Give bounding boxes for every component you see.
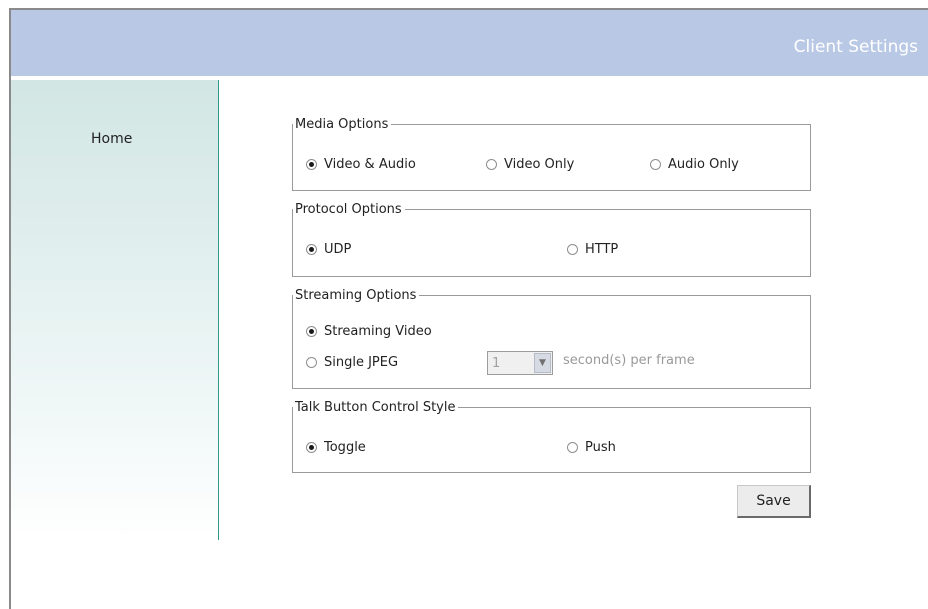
protocol-udp-option[interactable]: UDP xyxy=(306,242,351,257)
media-options-group: Media Options Video & Audio Video Only A… xyxy=(292,117,811,191)
chevron-down-icon[interactable]: ▼ xyxy=(534,353,551,373)
media-options-legend: Media Options xyxy=(295,117,389,132)
streaming-options-group: Streaming Options Streaming Video Single… xyxy=(292,288,811,389)
media-video-only-label: Video Only xyxy=(504,157,575,172)
radio-checked-icon[interactable] xyxy=(306,326,317,337)
radio-unchecked-icon[interactable] xyxy=(650,159,661,170)
single-jpeg-option[interactable]: Single JPEG xyxy=(306,355,398,370)
radio-unchecked-icon[interactable] xyxy=(486,159,497,170)
radio-checked-icon[interactable] xyxy=(306,244,317,255)
radio-unchecked-icon[interactable] xyxy=(567,244,578,255)
streaming-video-label: Streaming Video xyxy=(324,324,432,339)
protocol-udp-label: UDP xyxy=(324,242,352,257)
single-jpeg-label: Single JPEG xyxy=(324,355,399,370)
frame-interval-suffix: second(s) per frame xyxy=(563,353,695,368)
streaming-video-option[interactable]: Streaming Video xyxy=(306,324,432,339)
talk-button-style-group: Talk Button Control Style Toggle Push xyxy=(292,400,811,473)
protocol-http-label: HTTP xyxy=(585,242,619,257)
talk-toggle-option[interactable]: Toggle xyxy=(306,440,366,455)
radio-unchecked-icon[interactable] xyxy=(306,357,317,368)
protocol-http-option[interactable]: HTTP xyxy=(567,242,618,257)
sidebar: Home xyxy=(11,80,219,540)
radio-checked-icon[interactable] xyxy=(306,442,317,453)
talk-button-style-legend: Talk Button Control Style xyxy=(295,400,456,415)
media-audio-only-option[interactable]: Audio Only xyxy=(650,157,739,172)
talk-push-option[interactable]: Push xyxy=(567,440,616,455)
media-audio-only-label: Audio Only xyxy=(668,157,739,172)
radio-unchecked-icon[interactable] xyxy=(567,442,578,453)
talk-push-label: Push xyxy=(585,440,616,455)
sidebar-item-home[interactable]: Home xyxy=(91,131,132,147)
media-video-audio-option[interactable]: Video & Audio xyxy=(306,157,416,172)
media-video-audio-label: Video & Audio xyxy=(324,157,416,172)
talk-toggle-label: Toggle xyxy=(324,440,366,455)
page-title: Client Settings xyxy=(793,37,918,57)
app-frame: Client Settings Home Media Options Video… xyxy=(9,8,928,609)
frame-interval-select[interactable]: 1 ▼ xyxy=(487,351,553,375)
protocol-options-group: Protocol Options UDP HTTP xyxy=(292,202,811,277)
save-button[interactable]: Save xyxy=(737,485,811,518)
protocol-options-legend: Protocol Options xyxy=(295,202,402,217)
streaming-options-legend: Streaming Options xyxy=(295,288,417,303)
radio-checked-icon[interactable] xyxy=(306,159,317,170)
frame-interval-value: 1 xyxy=(492,355,501,371)
media-video-only-option[interactable]: Video Only xyxy=(486,157,574,172)
header-bar: Client Settings xyxy=(11,10,928,76)
